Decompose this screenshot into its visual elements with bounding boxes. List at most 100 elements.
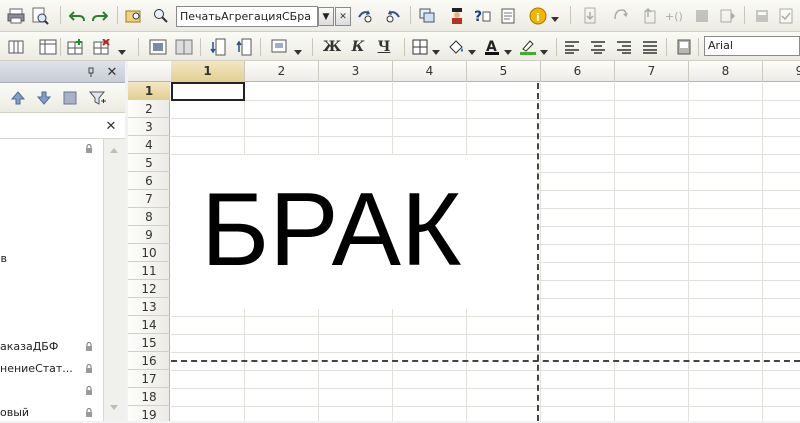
run-to-cursor-icon[interactable]: +() bbox=[664, 6, 684, 26]
delete-cells-icon[interactable] bbox=[92, 37, 112, 57]
active-cell[interactable] bbox=[171, 82, 245, 101]
row-header[interactable]: 15 bbox=[128, 334, 170, 352]
print-icon[interactable] bbox=[6, 6, 26, 26]
help-icon[interactable]: ? bbox=[472, 6, 492, 26]
search-icon[interactable] bbox=[151, 6, 171, 26]
designer-icon[interactable] bbox=[447, 6, 467, 26]
clear-combo-button[interactable]: ✕ bbox=[335, 7, 351, 26]
column-header[interactable]: 7 bbox=[615, 61, 689, 82]
table-properties-icon[interactable] bbox=[38, 37, 58, 57]
row-header[interactable]: 8 bbox=[128, 208, 170, 226]
font-color-dropdown-icon[interactable] bbox=[502, 43, 514, 63]
column-header[interactable]: 8 bbox=[689, 61, 763, 82]
picture-dropdown-icon[interactable] bbox=[292, 43, 304, 63]
row-header[interactable]: 18 bbox=[128, 388, 170, 406]
align-right-icon[interactable] bbox=[614, 37, 634, 57]
insert-cells-icon[interactable] bbox=[66, 37, 86, 57]
redo-icon[interactable] bbox=[90, 6, 110, 26]
row-header[interactable]: 16 bbox=[128, 352, 170, 370]
column-width-icon[interactable] bbox=[6, 37, 26, 57]
print-preview-icon[interactable] bbox=[30, 6, 50, 26]
column-header[interactable]: 6 bbox=[541, 61, 615, 82]
ungroup-rows-icon[interactable] bbox=[234, 37, 254, 57]
row-header[interactable]: 1 bbox=[128, 82, 170, 100]
cell-properties-icon[interactable] bbox=[674, 37, 694, 57]
breakpoint-icon[interactable] bbox=[692, 6, 712, 26]
row-header[interactable]: 12 bbox=[128, 280, 170, 298]
row-header[interactable]: 3 bbox=[128, 118, 170, 136]
fill-color-icon[interactable] bbox=[446, 37, 466, 57]
row-header[interactable]: 4 bbox=[128, 136, 170, 154]
syntax-check-icon[interactable] bbox=[776, 6, 796, 26]
sort-icon[interactable] bbox=[60, 88, 80, 108]
align-justify-icon[interactable] bbox=[640, 37, 660, 57]
undo-icon[interactable] bbox=[67, 6, 87, 26]
borders-icon[interactable] bbox=[410, 37, 430, 57]
fill-color-dropdown-icon[interactable] bbox=[466, 43, 478, 63]
split-cells-icon[interactable] bbox=[174, 37, 194, 57]
italic-button[interactable]: К bbox=[348, 37, 368, 57]
column-header[interactable]: 5 bbox=[467, 61, 541, 82]
filter-icon[interactable] bbox=[88, 88, 108, 108]
scroll-up-icon[interactable] bbox=[109, 143, 119, 157]
font-name-combo[interactable]: Arial bbox=[704, 36, 800, 56]
row-header[interactable]: 7 bbox=[128, 190, 170, 208]
template-name-combo[interactable]: ПечатьАгрегацияСБра bbox=[176, 6, 318, 27]
align-center-icon[interactable] bbox=[588, 37, 608, 57]
align-left-icon[interactable] bbox=[562, 37, 582, 57]
row-header[interactable]: 19 bbox=[128, 406, 170, 421]
row-header[interactable]: 11 bbox=[128, 262, 170, 280]
borders-dropdown-icon[interactable] bbox=[430, 43, 442, 63]
row-header[interactable]: 17 bbox=[128, 370, 170, 388]
clear-filter-icon[interactable]: ✕ bbox=[102, 117, 120, 135]
move-down-icon[interactable] bbox=[34, 88, 54, 108]
row-header[interactable]: 10 bbox=[128, 244, 170, 262]
list-item[interactable]: в bbox=[0, 249, 7, 269]
column-header[interactable]: 3 bbox=[319, 61, 393, 82]
highlight-dropdown-icon[interactable] bbox=[538, 43, 550, 63]
lock-icon bbox=[86, 408, 92, 417]
panel-scrollbar[interactable] bbox=[103, 139, 125, 421]
merge-cells-icon[interactable] bbox=[148, 37, 168, 57]
font-color-icon[interactable]: A bbox=[482, 37, 502, 57]
list-item[interactable]: аказаДБФ bbox=[0, 337, 103, 357]
column-header[interactable]: 2 bbox=[245, 61, 319, 82]
continue-debug-icon[interactable] bbox=[718, 6, 738, 26]
column-header[interactable]: 9 bbox=[763, 61, 800, 82]
info-icon[interactable]: i bbox=[528, 6, 548, 26]
find-previous-icon[interactable] bbox=[382, 6, 402, 26]
step-into-icon[interactable] bbox=[582, 6, 602, 26]
find-next-icon[interactable] bbox=[356, 6, 376, 26]
list-item[interactable] bbox=[0, 139, 103, 159]
open-template-icon[interactable] bbox=[124, 6, 144, 26]
row-header[interactable]: 5 bbox=[128, 154, 170, 172]
move-up-icon[interactable] bbox=[8, 88, 28, 108]
list-item[interactable] bbox=[0, 381, 103, 401]
row-header[interactable]: 2 bbox=[128, 100, 170, 118]
module-icon[interactable] bbox=[752, 6, 772, 26]
pin-icon[interactable] bbox=[84, 65, 98, 79]
info-dropdown-icon[interactable] bbox=[549, 10, 561, 30]
group-rows-icon[interactable] bbox=[208, 37, 228, 57]
row-header[interactable]: 6 bbox=[128, 172, 170, 190]
scroll-down-icon[interactable] bbox=[109, 401, 119, 415]
underline-button[interactable]: Ч bbox=[374, 37, 394, 57]
row-header[interactable]: 14 bbox=[128, 316, 170, 334]
highlight-icon[interactable] bbox=[518, 37, 538, 57]
list-item[interactable]: нениеСтат... bbox=[0, 359, 103, 379]
cell-grid[interactable]: БРАК bbox=[171, 82, 800, 421]
close-icon[interactable]: ✕ bbox=[104, 64, 120, 80]
column-header[interactable]: 4 bbox=[393, 61, 467, 82]
notes-icon[interactable] bbox=[498, 6, 518, 26]
windows-icon[interactable] bbox=[417, 6, 437, 26]
picture-icon[interactable] bbox=[270, 37, 290, 57]
step-over-icon[interactable] bbox=[610, 6, 630, 26]
step-out-icon[interactable] bbox=[638, 6, 658, 26]
row-header[interactable]: 9 bbox=[128, 226, 170, 244]
row-header[interactable]: 13 bbox=[128, 298, 170, 316]
list-item[interactable]: овый bbox=[0, 403, 103, 423]
column-header[interactable]: 1 bbox=[171, 61, 245, 82]
bold-button[interactable]: Ж bbox=[322, 37, 342, 57]
cells-dropdown-icon[interactable] bbox=[116, 43, 128, 63]
template-combo-dropdown-button[interactable]: ▼ bbox=[318, 7, 334, 26]
